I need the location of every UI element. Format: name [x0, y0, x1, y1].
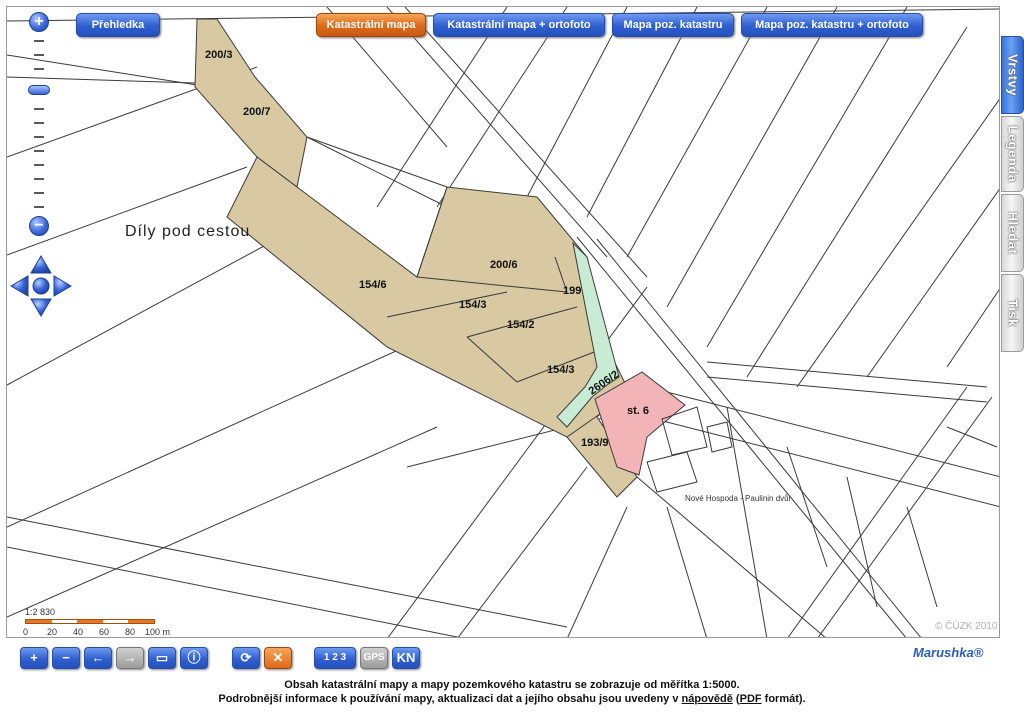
footer-info: Obsah katastrální mapy a mapy pozemkovéh… [0, 678, 1024, 706]
zoom-tick [34, 136, 44, 138]
zoom-slider[interactable]: + − [26, 12, 52, 236]
pan-control[interactable] [10, 255, 72, 317]
scale-label: 40 [73, 627, 84, 637]
scale-bar-graphic [25, 619, 155, 624]
pan-center-icon[interactable] [32, 277, 50, 295]
scale-ratio: 1:2 830 [25, 607, 56, 617]
parcel-154-6[interactable] [226, 156, 638, 498]
pan-left-icon[interactable] [10, 275, 29, 297]
refresh-button[interactable]: ⟳ [232, 647, 260, 669]
parcel-label: 199 [563, 285, 582, 297]
scale-label: 60 [99, 627, 110, 637]
land-parcels [194, 18, 638, 498]
parcel-label: 200/7 [243, 106, 271, 118]
street-label: Nové Hospoda - Paulinin dvůr [685, 494, 792, 503]
footer-text: Podrobnější informace k používání mapy, … [218, 693, 682, 705]
kn-button[interactable]: KN [392, 647, 420, 669]
tab-print[interactable]: Tisk [1001, 274, 1024, 352]
info-button[interactable]: ⓘ [180, 647, 208, 669]
cadastral-map[interactable]: Díly pod cestou Nové Hospoda - Paulinin … [6, 6, 1000, 638]
footer-text: ( [732, 693, 740, 705]
pdf-link[interactable]: PDF [740, 693, 762, 705]
zoom-tick [34, 150, 44, 152]
pan-down-icon[interactable] [30, 298, 52, 317]
tab-land-cadastre[interactable]: Mapa poz. katastru [612, 13, 734, 37]
back-button[interactable]: ← [84, 647, 112, 669]
zoom-tick [34, 164, 44, 166]
parcel-label: 200/3 [205, 49, 233, 61]
tab-print-label: Tisk [1005, 299, 1020, 327]
map-application: Díly pod cestou Nové Hospoda - Paulinin … [0, 0, 1024, 712]
zoom-tick [34, 54, 44, 56]
zoom-tick [34, 122, 44, 124]
zoom-tick [34, 206, 44, 208]
parcel-label: 154/2 [507, 319, 535, 331]
parcel-200-7[interactable] [194, 18, 308, 188]
zoom-out-button[interactable]: − [29, 216, 49, 236]
tab-search[interactable]: Hledat [1001, 194, 1024, 272]
parcel-label: 154/6 [359, 279, 387, 291]
parcel-label: 200/6 [490, 259, 518, 271]
parcel-label: 154/3 [547, 364, 575, 376]
zoom-tick [34, 192, 44, 194]
zoom-in-tool-button[interactable]: + [20, 647, 48, 669]
map-canvas[interactable] [7, 7, 1000, 638]
zoom-tick [34, 68, 44, 70]
tab-layers[interactable]: Vrstvy [1001, 36, 1024, 114]
scale-label: 100 m [145, 627, 171, 637]
forward-button[interactable]: → [116, 647, 144, 669]
clear-button[interactable]: ✕ [264, 647, 292, 669]
tab-legend[interactable]: Legenda [1001, 116, 1024, 192]
gps-button[interactable]: GPS [360, 647, 388, 669]
tab-legend-label: Legenda [1005, 125, 1020, 183]
zoom-tick [34, 178, 44, 180]
pan-right-icon[interactable] [53, 275, 72, 297]
parcel-label: 154/3 [459, 299, 487, 311]
locality-label: Díly pod cestou [125, 223, 251, 240]
parcel-label: 193/9 [581, 437, 609, 449]
brand-logo: Marushka® [913, 645, 984, 660]
footer-text: formát). [761, 693, 806, 705]
tab-layers-label: Vrstvy [1005, 53, 1020, 97]
tab-land-cadastre-ortho[interactable]: Mapa poz. katastru + ortofoto [741, 13, 923, 37]
scale-label: 80 [125, 627, 136, 637]
zoom-tick [34, 40, 44, 42]
tab-cadastral-ortho[interactable]: Katastrální mapa + ortofoto [433, 13, 605, 37]
pan-up-icon[interactable] [30, 255, 52, 274]
footer-line-2: Podrobnější informace k používání mapy, … [0, 692, 1024, 706]
help-link[interactable]: nápovědě [682, 693, 733, 705]
zoom-in-button[interactable]: + [29, 12, 49, 32]
footer-line-1: Obsah katastrální mapy a mapy pozemkovéh… [284, 679, 740, 691]
scale-label: 20 [47, 627, 58, 637]
zoom-slider-handle[interactable] [28, 85, 50, 95]
overview-button[interactable]: Přehledka [76, 13, 160, 37]
zoom-tick [34, 108, 44, 110]
copyright-text: © ČÚZK 2010 [935, 621, 998, 632]
zoom-box-button[interactable]: ▭ [148, 647, 176, 669]
scale-label: 0 [23, 627, 29, 637]
parcel-label: st. 6 [627, 405, 650, 417]
scale-bar: 1:2 830 0 20 40 60 80 100 m [19, 607, 179, 637]
tab-cadastral-map[interactable]: Katastrální mapa [316, 13, 426, 37]
zoom-out-tool-button[interactable]: − [52, 647, 80, 669]
tab-search-label: Hledat [1005, 211, 1020, 255]
measure-button[interactable]: 1 2 3 [314, 647, 356, 669]
